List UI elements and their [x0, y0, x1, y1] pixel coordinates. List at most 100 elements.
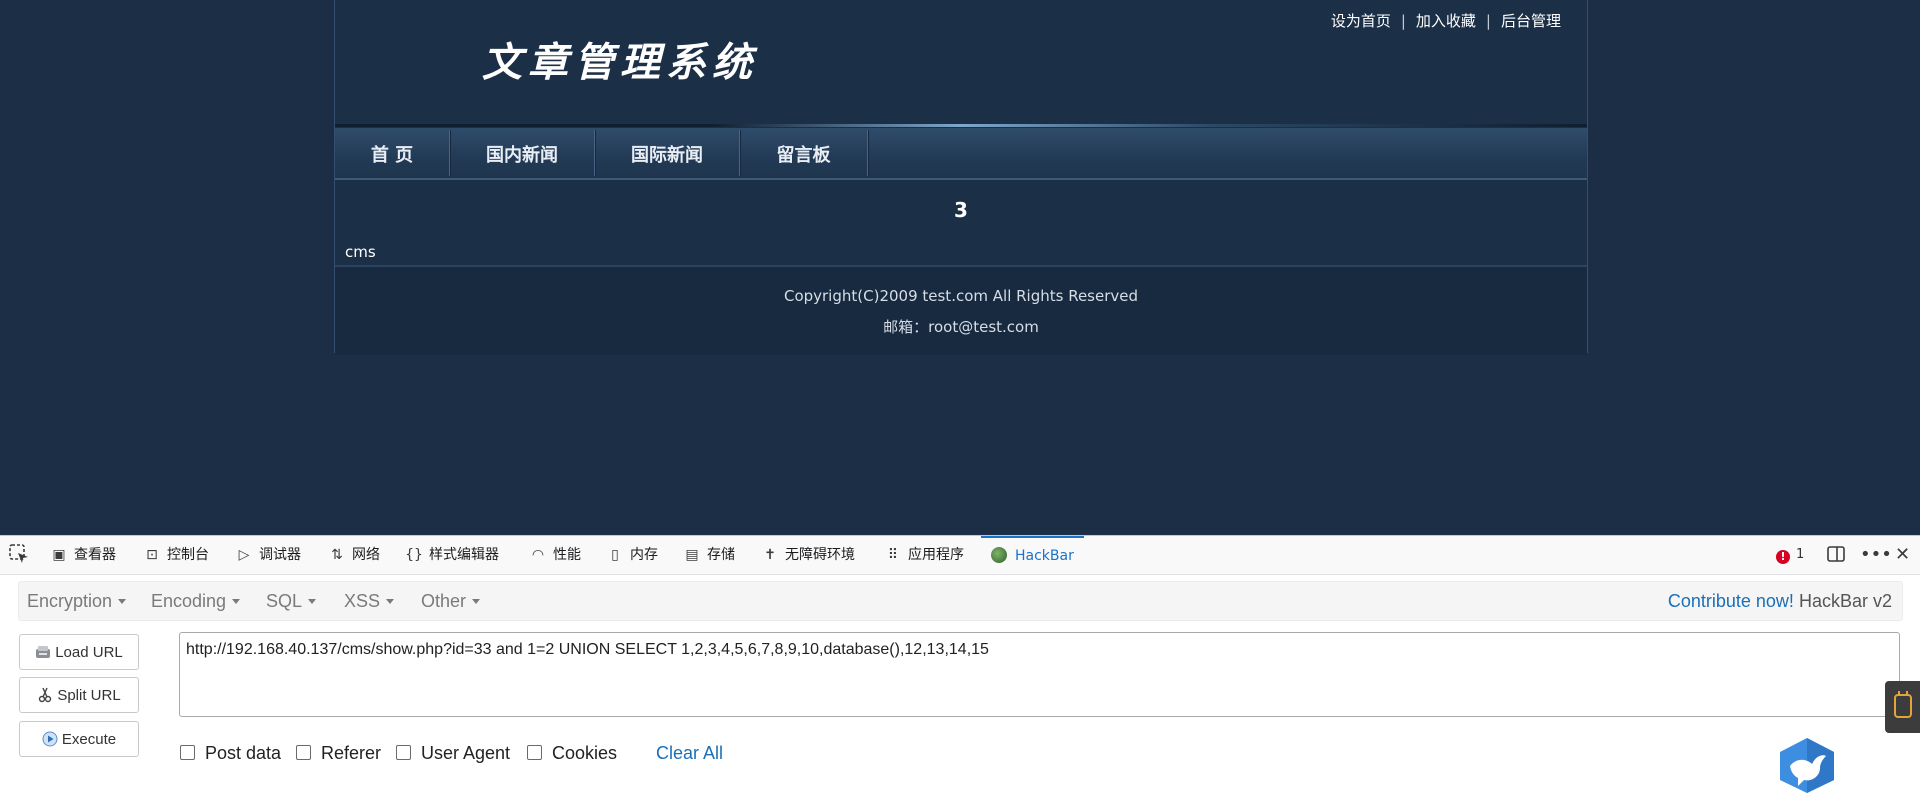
article-title: 3 [954, 198, 968, 222]
checkbox[interactable] [296, 745, 311, 760]
error-count: 1 [1796, 547, 1805, 562]
contribute-link[interactable]: Contribute now! [1668, 591, 1794, 611]
hackbar-version: HackBar v2 [1798, 591, 1892, 611]
site-logo: 文章管理系统 [482, 39, 758, 86]
network-icon: ⇅ [331, 547, 343, 563]
top-links: 设为首页 | 加入收藏 | 后台管理 [1327, 10, 1565, 31]
error-icon: ! [1776, 550, 1790, 564]
devtools-toolbar: ▣ 查看器 ⊡ 控制台 ▷ 调试器 ⇅ 网络 {} 样式编辑器 ◠ 性能 ▯ 内存 ▤ 存储 ✝… [0, 536, 1920, 575]
tab-application[interactable]: ⠿ 应用程序 [884, 536, 964, 574]
tab-label: 存储 [707, 547, 735, 563]
main-nav: 首 页 国内新闻 国际新闻 留言板 [335, 128, 1587, 180]
menu-encoding[interactable]: Encoding [151, 582, 241, 620]
inspector-icon: ▣ [52, 547, 66, 563]
separator: | [1400, 12, 1406, 30]
caret-down-icon [472, 599, 481, 604]
site-footer: Copyright(C)2009 test.com All Rights Res… [335, 265, 1587, 355]
referer-checkbox[interactable]: Referer [296, 743, 381, 764]
performance-icon: ◠ [531, 547, 545, 563]
execute-button[interactable]: Execute [19, 721, 139, 757]
tab-label: 应用程序 [908, 547, 964, 563]
split-url-button[interactable]: Split URL [19, 677, 139, 713]
tab-label: 样式编辑器 [429, 547, 499, 563]
bird-logo-icon [1780, 738, 1834, 793]
article-body: cms [345, 243, 376, 261]
tab-memory[interactable]: ▯ 内存 [606, 536, 658, 574]
tab-label: 网络 [352, 547, 380, 563]
load-url-icon [36, 646, 51, 658]
more-options-icon[interactable]: ••• [1860, 536, 1892, 574]
menu-sql[interactable]: SQL [266, 582, 317, 620]
menu-label: SQL [266, 591, 303, 611]
tab-label: 性能 [553, 547, 581, 563]
menu-label: XSS [344, 591, 381, 611]
tab-storage[interactable]: ▤ 存储 [683, 536, 735, 574]
checkbox[interactable] [180, 745, 195, 760]
nav-home[interactable]: 首 页 [335, 128, 449, 178]
play-icon [42, 731, 58, 747]
clear-all-link[interactable]: Clear All [656, 743, 723, 764]
debugger-icon: ▷ [238, 547, 250, 563]
site-header: 文章管理系统 设为首页 | 加入收藏 | 后台管理 [335, 0, 1587, 125]
menu-label: Encoding [151, 591, 227, 611]
element-picker-icon[interactable] [8, 536, 30, 574]
tab-console[interactable]: ⊡ 控制台 [143, 536, 209, 574]
link-admin[interactable]: 后台管理 [1501, 12, 1561, 30]
style-editor-icon: {} [405, 547, 423, 563]
tab-label: 控制台 [167, 547, 209, 563]
scissors-icon [39, 687, 52, 703]
tab-hackbar[interactable]: HackBar [981, 536, 1084, 574]
hackbar-icon [991, 547, 1007, 563]
tab-label: 查看器 [74, 547, 116, 563]
nav-international-news[interactable]: 国际新闻 [595, 128, 739, 178]
caret-down-icon [118, 599, 127, 604]
link-set-homepage[interactable]: 设为首页 [1331, 12, 1391, 30]
header-divider [335, 124, 1587, 127]
error-count-badge[interactable]: ! 1 [1776, 536, 1804, 574]
button-label: Split URL [57, 687, 121, 704]
cookies-checkbox[interactable]: Cookies [527, 743, 617, 764]
menu-other[interactable]: Other [421, 582, 481, 620]
post-data-checkbox[interactable]: Post data [180, 743, 281, 764]
contribute-area: Contribute now! HackBar v2 [1668, 582, 1892, 620]
tab-label: HackBar [1015, 548, 1074, 564]
application-icon: ⠿ [887, 547, 899, 563]
web-page: 文章管理系统 设为首页 | 加入收藏 | 后台管理 首 页 国内新闻 国际新闻 留言板 … [0, 0, 1920, 535]
tab-label: 内存 [630, 547, 658, 563]
tab-style-editor[interactable]: {} 样式编辑器 [405, 536, 499, 574]
checkbox-label: Referer [321, 743, 382, 763]
checkbox-label: Post data [205, 743, 282, 763]
tab-debugger[interactable]: ▷ 调试器 [235, 536, 301, 574]
checkbox-label: User Agent [421, 743, 511, 763]
side-extension-widget[interactable] [1885, 681, 1920, 733]
user-agent-checkbox[interactable]: User Agent [396, 743, 510, 764]
menu-xss[interactable]: XSS [344, 582, 395, 620]
dock-side-icon[interactable] [1826, 536, 1846, 574]
button-label: Execute [61, 731, 117, 748]
nav-message-board[interactable]: 留言板 [740, 128, 867, 178]
close-icon[interactable]: ✕ [1895, 536, 1910, 574]
separator: | [1485, 12, 1491, 30]
checkbox-label: Cookies [552, 743, 618, 763]
accessibility-icon: ✝ [764, 547, 776, 563]
tab-performance[interactable]: ◠ 性能 [529, 536, 581, 574]
menu-label: Other [421, 591, 467, 611]
menu-encryption[interactable]: Encryption [27, 582, 127, 620]
copyright-text: Copyright(C)2009 test.com All Rights Res… [783, 287, 1139, 305]
memory-icon: ▯ [611, 547, 619, 563]
extension-icon [1894, 691, 1912, 718]
caret-down-icon [232, 599, 241, 604]
nav-separator [867, 130, 868, 176]
load-url-button[interactable]: Load URL [19, 634, 139, 670]
tab-label: 调试器 [259, 547, 301, 563]
nav-domestic-news[interactable]: 国内新闻 [450, 128, 594, 178]
url-textarea[interactable]: http://192.168.40.137/cms/show.php?id=33… [179, 632, 1900, 717]
link-add-favorite[interactable]: 加入收藏 [1416, 12, 1476, 30]
tab-network[interactable]: ⇅ 网络 [328, 536, 380, 574]
tab-accessibility[interactable]: ✝ 无障碍环境 [761, 536, 855, 574]
tab-inspector[interactable]: ▣ 查看器 [50, 536, 116, 574]
checkbox[interactable] [396, 745, 411, 760]
caret-down-icon [308, 599, 317, 604]
checkbox[interactable] [527, 745, 542, 760]
button-label: Load URL [55, 644, 123, 661]
